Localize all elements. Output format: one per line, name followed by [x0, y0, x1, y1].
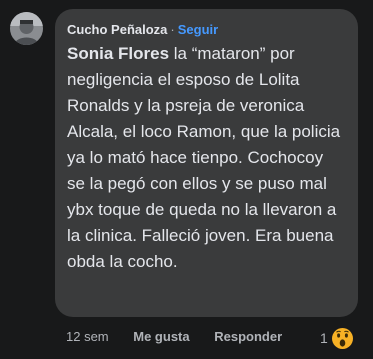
reaction-count[interactable]: 1 [320, 329, 328, 347]
wow-reaction-icon[interactable] [330, 326, 355, 351]
comment-bubble: Cucho Peñaloza · Seguir Sonia Flores la “m… [55, 9, 358, 317]
timestamp[interactable]: 12 sem [66, 328, 109, 346]
like-button[interactable]: Me gusta [133, 328, 189, 346]
comment: Cucho Peñaloza · Seguir Sonia Flores la “m… [0, 0, 373, 359]
mention-link[interactable]: Sonia Flores [67, 44, 169, 63]
avatar-image [10, 12, 43, 45]
comment-body: la “mataron” por negligencia el esposo d… [67, 44, 341, 271]
avatar[interactable] [10, 12, 43, 45]
comment-text: Sonia Flores la “mataron” por negligenci… [67, 41, 342, 275]
follow-button[interactable]: Seguir [178, 22, 218, 37]
reply-button[interactable]: Responder [214, 328, 282, 346]
comment-header: Cucho Peñaloza · Seguir [67, 21, 346, 38]
separator-dot: · [170, 22, 175, 37]
comment-actions: 12 sem Me gusta Responder [66, 328, 282, 346]
author-name[interactable]: Cucho Peñaloza [67, 22, 167, 37]
